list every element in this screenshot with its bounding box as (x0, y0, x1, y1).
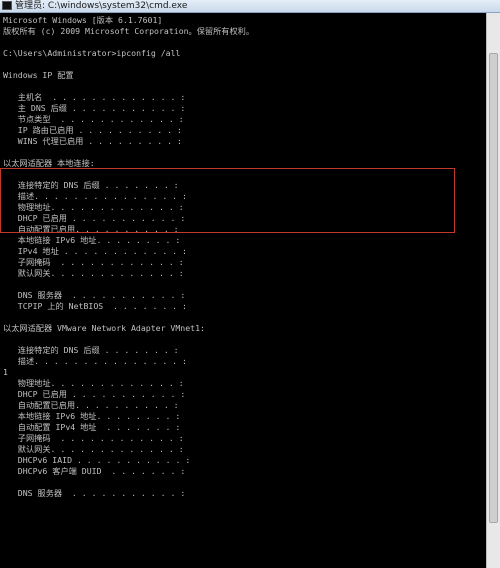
console-line: 以太网适配器 本地连接: (3, 158, 95, 169)
console-line: 本地链接 IPv6 地址. . . . . . . . :fe80::45c9:… (3, 235, 181, 246)
console-line-label: Windows IP 配置 (3, 70, 74, 80)
console-line: 主机名 . . . . . . . . . . . . . :GARSM18UE… (3, 92, 186, 103)
title-bar[interactable]: 管理员: C:\windows\system32\cmd.exe (0, 0, 500, 13)
console-line: 1 (3, 367, 8, 378)
console-line-label: 自动配置已启用. . . . . . . . . . : (3, 400, 179, 410)
console-line: 子网掩码 . . . . . . . . . . . . :255.255.0.… (3, 433, 184, 444)
console-line: 自动配置 IPv4 地址 . . . . . . . :169.254.37.6… (3, 422, 181, 433)
console-line: 默认网关. . . . . . . . . . . . . : (3, 444, 184, 455)
console-line: DNS 服务器 . . . . . . . . . . . :223.5.5.5 (3, 290, 186, 301)
vertical-scrollbar[interactable] (486, 13, 500, 568)
console-line-label: DHCP 已启用 . . . . . . . . . . . : (3, 389, 186, 399)
console-line-label: 子网掩码 . . . . . . . . . . . . : (3, 433, 184, 443)
console-line-label: DHCPv6 IAID . . . . . . . . . . . : (3, 455, 191, 465)
console-line: WINS 代理已启用 . . . . . . . . . :否 (3, 136, 182, 147)
console-line: Microsoft Windows [版本 6.1.7601] (3, 15, 162, 26)
console-line-label: 自动配置已启用. . . . . . . . . . : (3, 224, 179, 234)
console-line-label: IP 路由已启用 . . . . . . . . . . : (3, 125, 182, 135)
console-line: IP 路由已启用 . . . . . . . . . . :否 (3, 125, 182, 136)
console-line-label: 连接特定的 DNS 后缀 . . . . . . . : (3, 345, 179, 355)
console-line: 自动配置已启用. . . . . . . . . . :是 (3, 400, 179, 411)
window-title: 管理员: C:\windows\system32\cmd.exe (15, 1, 188, 11)
console-output[interactable]: Microsoft Windows [版本 6.1.7601] 版权所有 (c) … (0, 13, 487, 568)
console-line-label: 子网掩码 . . . . . . . . . . . . : (3, 257, 184, 267)
console-line: 默认网关. . . . . . . . . . . . . :fe80::222… (3, 268, 184, 279)
console-line: 节点类型 . . . . . . . . . . . . :混合 (3, 114, 184, 125)
console-line-label: 节点类型 . . . . . . . . . . . . : (3, 114, 184, 124)
console-line-label: Microsoft Windows [版本 6.1.7601] (3, 15, 163, 25)
console-line: 描述. . . . . . . . . . . . . . . :VMware … (3, 356, 187, 367)
console-line-label: DNS 服务器 . . . . . . . . . . . : (3, 290, 186, 300)
console-line-label: 描述. . . . . . . . . . . . . . . : (3, 191, 187, 201)
console-line: 描述. . . . . . . . . . . . . . . :Realtek… (3, 191, 187, 202)
console-line: 连接特定的 DNS 后缀 . . . . . . . : (3, 180, 179, 191)
console-line-label: 物理地址. . . . . . . . . . . . . : (3, 202, 184, 212)
console-line: 主 DNS 后缀 . . . . . . . . . . . : (3, 103, 186, 114)
scrollbar-thumb[interactable] (489, 53, 498, 523)
console-line-label: 1 (3, 367, 8, 377)
console-line-label: 默认网关. . . . . . . . . . . . . : (3, 268, 184, 278)
console-line-label: 连接特定的 DNS 后缀 . . . . . . . : (3, 180, 179, 190)
console-line: IPv4 地址 . . . . . . . . . . . . :192.168… (3, 246, 187, 257)
console-line: Windows IP 配置 (3, 70, 74, 81)
console-line-label: 以太网适配器 本地连接: (3, 158, 95, 168)
console-line: 物理地址. . . . . . . . . . . . . :90-2B-34-… (3, 202, 184, 213)
console-line: 本地链接 IPv6 地址. . . . . . . . :fe80::49f0:… (3, 411, 181, 422)
console-line: 以太网适配器 VMware Network Adapter VMnet1: (3, 323, 205, 334)
console-line-label: 默认网关. . . . . . . . . . . . . : (3, 444, 184, 454)
console-line-label: TCPIP 上的 NetBIOS . . . . . . . : (3, 301, 187, 311)
console-line-label: IPv4 地址 . . . . . . . . . . . . : (3, 246, 187, 256)
console-line: DHCPv6 IAID . . . . . . . . . . . :41945… (3, 455, 191, 466)
console-line: DHCP 已启用 . . . . . . . . . . . :否 (3, 389, 186, 400)
console-line: 子网掩码 . . . . . . . . . . . . :255.255.25… (3, 257, 184, 268)
console-line-label: 描述. . . . . . . . . . . . . . . : (3, 356, 187, 366)
console-line: DNS 服务器 . . . . . . . . . . . :fec0:0:0:… (3, 488, 186, 499)
cmd-window: 管理员: C:\windows\system32\cmd.exe Microso… (0, 0, 500, 568)
console-line-label: WINS 代理已启用 . . . . . . . . . : (3, 136, 182, 146)
console-line-label: 版权所有 (c) 2009 Microsoft Corporation。保留所有… (3, 26, 255, 36)
console-line-label: 主机名 . . . . . . . . . . . . . : (3, 92, 186, 102)
console-line: DHCPv6 客户端 DUID . . . . . . . :00-01-00-… (3, 466, 186, 477)
console-line: 物理地址. . . . . . . . . . . . . :00-50-56-… (3, 378, 184, 389)
console-line-label: DNS 服务器 . . . . . . . . . . . : (3, 488, 186, 498)
console-line-label: 自动配置 IPv4 地址 . . . . . . . : (3, 422, 181, 432)
console-line-label: 主 DNS 后缀 . . . . . . . . . . . : (3, 103, 186, 113)
console-line: 版权所有 (c) 2009 Microsoft Corporation。保留所有… (3, 26, 254, 37)
console-line-label: 物理地址. . . . . . . . . . . . . : (3, 378, 184, 388)
console-line-label: DHCP 已启用 . . . . . . . . . . . : (3, 213, 186, 223)
console-line: 自动配置已启用. . . . . . . . . . :是 (3, 224, 179, 235)
console-line: TCPIP 上的 NetBIOS . . . . . . . :已启用 (3, 301, 187, 312)
cmd-icon (2, 1, 12, 10)
console-line-label: 本地链接 IPv6 地址. . . . . . . . : (3, 411, 181, 421)
console-line: 连接特定的 DNS 后缀 . . . . . . . : (3, 345, 179, 356)
console-line-label: C:\Users\Administrator>ipconfig /all (3, 48, 181, 58)
console-line-label: DHCPv6 客户端 DUID . . . . . . . : (3, 466, 186, 476)
console-line: C:\Users\Administrator>ipconfig /all (3, 48, 180, 59)
console-line: DHCP 已启用 . . . . . . . . . . . :否 (3, 213, 186, 224)
console-line-label: 本地链接 IPv6 地址. . . . . . . . : (3, 235, 181, 245)
console-line-label: 以太网适配器 VMware Network Adapter VMnet1: (3, 323, 205, 333)
